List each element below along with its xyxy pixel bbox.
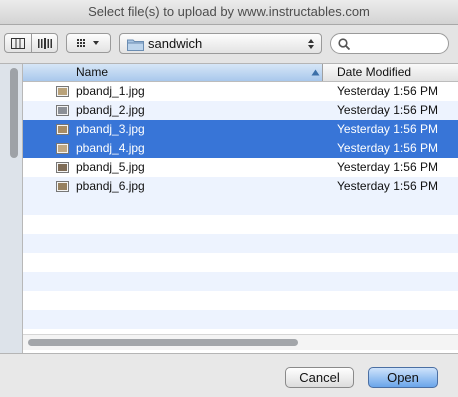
name-column-header[interactable]: Name [23,64,323,81]
coverflow-view-button[interactable] [32,34,58,52]
file-date-modified: Yesterday 1:56 PM [337,179,438,193]
empty-row [23,272,458,291]
file-row[interactable]: pbandj_6.jpg Yesterday 1:56 PM [23,177,458,196]
sort-ascending-icon [311,69,320,76]
open-button[interactable]: Open [368,367,438,388]
date-column-header[interactable]: Date Modified [323,64,458,81]
folder-icon [127,39,144,51]
sidebar[interactable] [0,64,23,353]
file-row[interactable]: pbandj_5.jpg Yesterday 1:56 PM [23,158,458,177]
file-date-modified: Yesterday 1:56 PM [337,160,438,174]
file-date-modified: Yesterday 1:56 PM [337,84,438,98]
file-name: pbandj_4.jpg [76,141,145,155]
empty-row [23,215,458,234]
name-column-label: Name [76,65,109,79]
image-file-icon [56,181,69,192]
image-file-icon [56,86,69,97]
search-icon [338,38,350,50]
image-file-icon [56,105,69,116]
file-date-modified: Yesterday 1:56 PM [337,122,438,136]
file-name: pbandj_1.jpg [76,84,145,98]
file-name: pbandj_5.jpg [76,160,145,174]
columns-view-button[interactable] [5,34,32,52]
search-field[interactable] [330,33,449,54]
file-name: pbandj_2.jpg [76,103,145,117]
image-file-icon [56,124,69,135]
file-row[interactable]: pbandj_2.jpg Yesterday 1:56 PM [23,101,458,120]
file-name: pbandj_6.jpg [76,179,145,193]
grid-arrange-icon [76,39,99,47]
horizontal-scroll-thumb[interactable] [28,339,298,346]
columns-view-icon [11,37,25,49]
file-list: Name Date Modified pbandj_1.jpg Yesterday… [23,64,458,353]
empty-row [23,310,458,329]
empty-row [23,196,458,215]
empty-row [23,253,458,272]
image-file-icon [56,143,69,154]
toolbar: sandwich [0,25,458,63]
file-date-modified: Yesterday 1:56 PM [337,141,438,155]
file-name: pbandj_3.jpg [76,122,145,136]
location-popup[interactable]: sandwich [119,33,322,54]
dialog-footer: Cancel Open [0,353,458,397]
file-row[interactable]: pbandj_1.jpg Yesterday 1:56 PM [23,82,458,101]
file-browser: Name Date Modified pbandj_1.jpg Yesterday… [0,63,458,353]
sidebar-scrollbar[interactable] [10,68,18,158]
empty-row [23,234,458,253]
arrange-menu-button[interactable] [66,33,111,53]
coverflow-view-icon [38,37,52,49]
file-row[interactable]: pbandj_4.jpg Yesterday 1:56 PM [23,139,458,158]
location-label: sandwich [148,36,203,51]
search-input[interactable] [353,36,445,53]
horizontal-scrollbar[interactable] [23,334,458,350]
cancel-button[interactable]: Cancel [285,367,354,388]
view-mode-segment [4,33,58,53]
file-date-modified: Yesterday 1:56 PM [337,103,438,117]
list-header: Name Date Modified [23,64,458,82]
up-down-arrows-icon [308,39,314,49]
empty-row [23,291,458,310]
image-file-icon [56,162,69,173]
chevron-down-icon [92,41,99,45]
file-row[interactable]: pbandj_3.jpg Yesterday 1:56 PM [23,120,458,139]
date-column-label: Date Modified [337,65,412,79]
window-title: Select file(s) to upload by www.instruct… [0,0,458,25]
